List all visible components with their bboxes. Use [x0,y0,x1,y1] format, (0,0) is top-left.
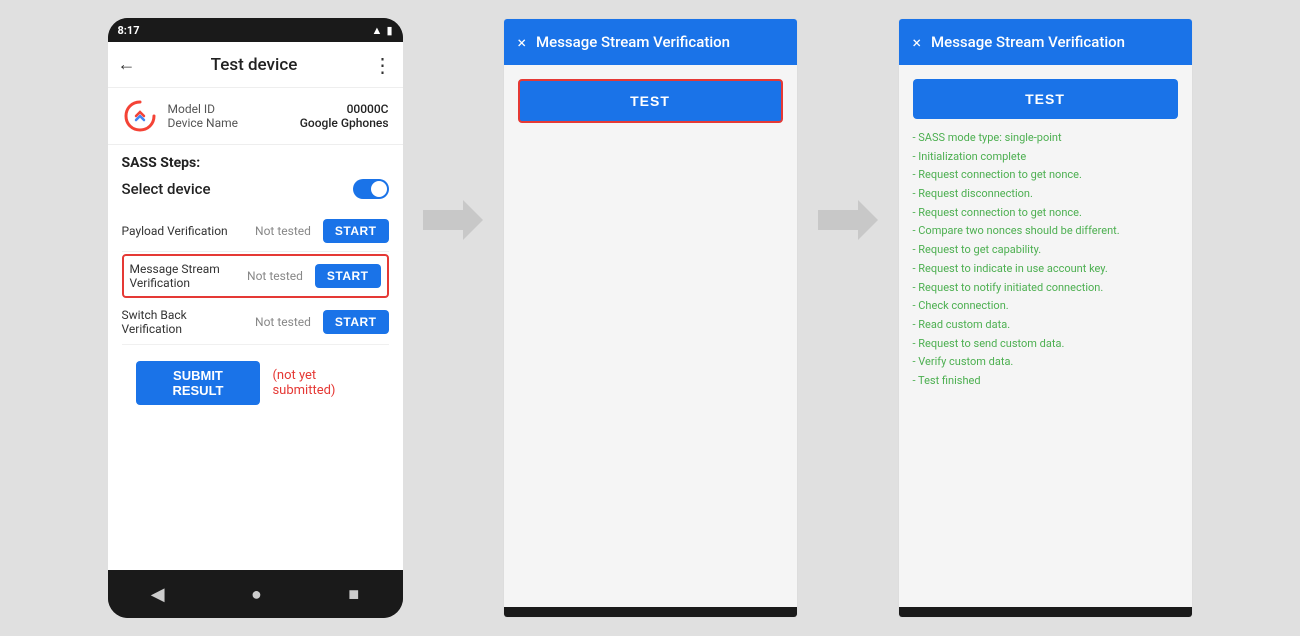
select-device-toggle[interactable] [353,179,389,199]
model-row: Model ID 00000C [168,102,389,116]
phone-nav-bar: ◀ ● ■ [108,570,403,618]
more-options-button[interactable]: ⋮ [372,53,392,77]
device-details: Model ID 00000C Device Name Google Gphon… [168,102,389,130]
switch-back-start-button[interactable]: START [323,310,389,334]
dialog-close-button-1[interactable]: × [518,33,527,52]
brand-logo [122,98,158,134]
submit-result-button[interactable]: SUBMIT RESULT [136,361,261,405]
forward-arrow-2 [818,200,878,240]
log-line: - SASS mode type: single-point [913,129,1178,148]
status-icons: ▲ ▮ [372,24,393,37]
select-device-row: Select device [122,179,389,199]
switch-back-label: Switch Back Verification [122,308,248,336]
log-line: - Compare two nonces should be different… [913,222,1178,241]
message-stream-status: Not tested [247,269,303,283]
select-device-label: Select device [122,180,211,198]
submit-row: SUBMIT RESULT (not yet submitted) [122,345,389,421]
phone-screen-1: 8:17 ▲ ▮ ← Test device ⋮ Model ID 00000C [108,18,403,618]
dialog-footer-2 [899,607,1192,617]
phone-toolbar: ← Test device ⋮ [108,42,403,88]
dialog-screen-1: × Message Stream Verification TEST [503,18,798,618]
payload-verification-row: Payload Verification Not tested START [122,211,389,252]
arrow-2 [798,200,898,240]
status-time: 8:17 [118,24,140,37]
log-line: - Verify custom data. [913,353,1178,372]
dialog-title-2: Message Stream Verification [931,33,1177,51]
log-line: - Request to get capability. [913,241,1178,260]
device-name-row: Device Name Google Gphones [168,116,389,130]
not-submitted-label: (not yet submitted) [272,368,374,398]
recent-nav-button[interactable]: ■ [348,584,359,605]
switch-back-verification-row: Switch Back Verification Not tested STAR… [122,300,389,345]
device-name-label: Device Name [168,116,239,130]
dialog-body-2: TEST - SASS mode type: single-point- Ini… [899,65,1192,607]
toolbar-title: Test device [211,55,298,75]
payload-label: Payload Verification [122,224,248,238]
sass-section: SASS Steps: Select device Payload Verifi… [108,145,403,431]
dialog-header-1: × Message Stream Verification [504,19,797,65]
log-line: - Initialization complete [913,148,1178,167]
status-bar: 8:17 ▲ ▮ [108,18,403,42]
dialog-footer-1 [504,607,797,617]
test-button-1[interactable]: TEST [518,79,783,123]
log-line: - Request to send custom data. [913,335,1178,354]
model-value: 00000C [347,102,389,116]
message-stream-verification-row: Message Stream Verification Not tested S… [122,254,389,298]
battery-icon: ▮ [386,24,392,37]
log-line: - Request to notify initiated connection… [913,279,1178,298]
test-button-2[interactable]: TEST [913,79,1178,119]
model-label: Model ID [168,102,215,116]
log-line: - Request disconnection. [913,185,1178,204]
switch-back-status: Not tested [255,315,311,329]
dialog-close-button-2[interactable]: × [913,33,922,52]
log-line: - Read custom data. [913,316,1178,335]
log-line: - Request to indicate in use account key… [913,260,1178,279]
result-log: - SASS mode type: single-point- Initiali… [913,129,1178,391]
log-line: - Request connection to get nonce. [913,166,1178,185]
log-line: - Request connection to get nonce. [913,204,1178,223]
dialog-screen-2: × Message Stream Verification TEST - SAS… [898,18,1193,618]
dialog-title-1: Message Stream Verification [536,33,782,51]
back-button[interactable]: ← [118,54,136,75]
sass-title: SASS Steps: [122,155,389,171]
log-line: - Check connection. [913,297,1178,316]
forward-arrow-1 [423,200,483,240]
back-nav-button[interactable]: ◀ [151,584,165,605]
device-info: Model ID 00000C Device Name Google Gphon… [108,88,403,145]
home-nav-button[interactable]: ● [251,584,262,605]
payload-start-button[interactable]: START [323,219,389,243]
device-name-value: Google Gphones [300,116,389,130]
arrow-1 [403,200,503,240]
message-stream-label: Message Stream Verification [130,262,240,290]
dialog-header-2: × Message Stream Verification [899,19,1192,65]
payload-status: Not tested [255,224,311,238]
log-line: - Test finished [913,372,1178,391]
wifi-icon: ▲ [372,24,383,37]
message-stream-start-button[interactable]: START [315,264,381,288]
dialog-body-1: TEST [504,65,797,607]
phone-content: ← Test device ⋮ Model ID 00000C Device N… [108,42,403,570]
